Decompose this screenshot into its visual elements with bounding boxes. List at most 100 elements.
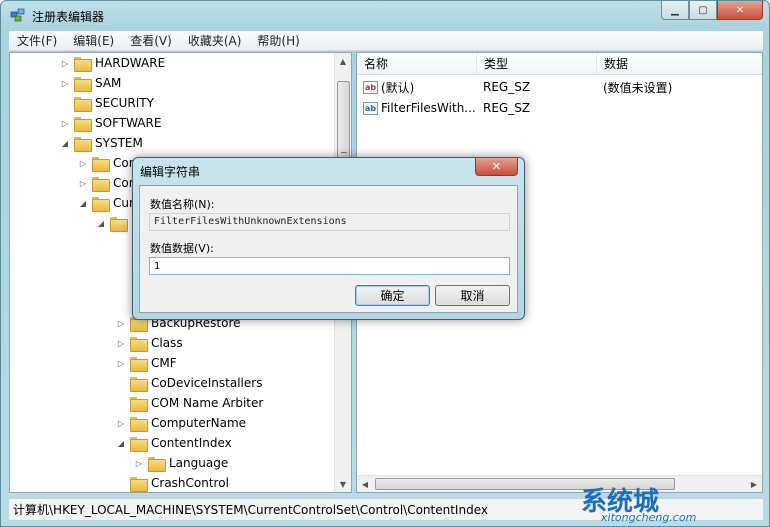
watermark-site: xitongcheng.com	[601, 511, 697, 524]
caption-buttons: ▁ ▢ ✕	[661, 1, 763, 21]
value-name-label: 数值名称(N):	[150, 198, 215, 211]
value-data-label: 数值数据(V):	[150, 242, 214, 255]
tree-item-label: ComputerName	[151, 416, 247, 430]
value-name-field: FilterFilesWithUnknownExtensions	[149, 213, 510, 231]
value-name-cell: ab (默认)	[357, 79, 477, 96]
edit-string-dialog: 编辑字符串 ✕ 数值名称(N): FilterFilesWithUnknownE…	[132, 157, 525, 320]
close-button[interactable]: ✕	[717, 1, 763, 20]
ok-button[interactable]: 确定	[355, 285, 430, 306]
menu-favorites[interactable]: 收藏夹(A)	[180, 32, 250, 49]
expand-arrow-icon	[60, 98, 70, 108]
menu-view[interactable]: 查看(V)	[122, 32, 180, 49]
folder-icon	[74, 116, 92, 132]
tree-item-computername[interactable]: ▷ ComputerName	[116, 413, 246, 433]
list-row-default[interactable]: ab (默认) REG_SZ (数值未设置)	[357, 77, 762, 97]
expand-arrow-icon[interactable]: ▷	[116, 338, 126, 348]
folder-icon	[74, 96, 92, 112]
tree-item-security[interactable]: SECURITY	[60, 93, 154, 113]
folder-icon	[110, 216, 128, 232]
expand-arrow-icon[interactable]: ▷	[60, 78, 70, 88]
expand-arrow-icon[interactable]: ▷	[60, 58, 70, 68]
cancel-button[interactable]: 取消	[435, 285, 510, 306]
tree-item-sam[interactable]: ▷ SAM	[60, 73, 121, 93]
string-value-icon: ab	[363, 101, 378, 115]
menu-edit[interactable]: 编辑(E)	[65, 32, 122, 49]
folder-icon	[148, 456, 166, 472]
folder-icon	[130, 356, 148, 372]
column-header-data[interactable]: 数据	[597, 53, 762, 75]
window-title: 注册表编辑器	[32, 10, 105, 24]
folder-icon	[130, 436, 148, 452]
collapse-arrow-icon[interactable]: ◢	[60, 138, 70, 148]
value-type: REG_SZ	[483, 80, 531, 94]
folder-icon	[92, 196, 110, 212]
tree-item-label: COM Name Arbiter	[151, 396, 264, 410]
tree-item-class[interactable]: ▷ Class	[116, 333, 183, 353]
collapse-arrow-icon[interactable]: ◢	[78, 198, 88, 208]
expand-arrow-icon[interactable]: ▷	[78, 178, 88, 188]
value-name-cell: ab FilterFilesWith...	[357, 101, 477, 115]
tree-item-language[interactable]: ▷ Language	[134, 453, 228, 473]
expand-arrow-icon[interactable]: ▷	[134, 458, 144, 468]
dialog-title: 编辑字符串	[140, 165, 201, 179]
tree-item-contentindex[interactable]: ◢ ContentIndex	[116, 433, 232, 453]
list-row-filterfiles[interactable]: ab FilterFilesWith... REG_SZ	[357, 98, 762, 118]
folder-icon	[130, 416, 148, 432]
expand-arrow-icon	[116, 378, 126, 388]
registry-editor-window: 注册表编辑器 ▁ ▢ ✕ 文件(F) 编辑(E) 查看(V) 收藏夹(A) 帮助…	[0, 0, 770, 527]
menu-bar: 文件(F) 编辑(E) 查看(V) 收藏夹(A) 帮助(H)	[9, 31, 763, 51]
minimize-button[interactable]: ▁	[661, 1, 689, 20]
column-header-name[interactable]: 名称	[357, 53, 477, 75]
menu-file[interactable]: 文件(F)	[9, 32, 65, 49]
expand-arrow-icon	[116, 478, 126, 488]
tree-item-currentcontrolset[interactable]: ◢ Cur	[78, 193, 134, 213]
folder-icon	[92, 156, 110, 172]
folder-icon	[130, 376, 148, 392]
tree-item-crashcontrol[interactable]: CrashControl	[116, 473, 229, 492]
collapse-arrow-icon[interactable]: ◢	[96, 218, 106, 228]
folder-icon	[74, 136, 92, 152]
tree-item-codeviceinstallers[interactable]: CoDeviceInstallers	[116, 373, 262, 393]
folder-icon	[74, 76, 92, 92]
tree-item-label: CoDeviceInstallers	[151, 376, 263, 390]
registry-editor-icon	[10, 8, 25, 22]
dialog-body: 数值名称(N): FilterFilesWithUnknownExtension…	[139, 185, 518, 313]
tree-item-control[interactable]: ◢	[96, 213, 131, 233]
tree-item-label: Cur	[113, 196, 134, 210]
tree-item-cmf[interactable]: ▷ CMF	[116, 353, 177, 373]
expand-arrow-icon[interactable]: ▷	[116, 318, 126, 328]
tree-item-label: SAM	[95, 76, 122, 90]
tree-item-software[interactable]: ▷ SOFTWARE	[60, 113, 161, 133]
value-data-input[interactable]	[149, 257, 510, 275]
tree-item-com-name-arbiter[interactable]: COM Name Arbiter	[116, 393, 263, 413]
expand-arrow-icon[interactable]: ▷	[116, 358, 126, 368]
tree-item-label: SOFTWARE	[95, 116, 162, 130]
site-watermark: 系统城 xitongcheng.com	[581, 481, 761, 526]
folder-icon	[130, 476, 148, 492]
column-header-type[interactable]: 类型	[477, 53, 597, 75]
scroll-up-arrow-icon[interactable]: ▲	[335, 53, 351, 69]
tree-item-label: Language	[169, 456, 229, 470]
maximize-button[interactable]: ▢	[689, 1, 717, 20]
title-bar[interactable]: 注册表编辑器 ▁ ▢ ✕	[1, 1, 769, 31]
tree-item-system[interactable]: ◢ SYSTEM	[60, 133, 143, 153]
tree-item-controlset002[interactable]: ▷ Cor	[78, 173, 134, 193]
scroll-left-arrow-icon[interactable]: ◀	[357, 476, 373, 492]
folder-icon	[130, 336, 148, 352]
expand-arrow-icon	[116, 398, 126, 408]
list-header: 名称 类型 数据	[357, 53, 762, 75]
value-name: (默认)	[381, 80, 415, 95]
expand-arrow-icon[interactable]: ▷	[78, 158, 88, 168]
tree-item-label: Class	[151, 336, 183, 350]
dialog-close-button[interactable]: ✕	[475, 158, 518, 176]
menu-help[interactable]: 帮助(H)	[249, 32, 307, 49]
tree-item-controlset001[interactable]: ▷ Con	[78, 153, 136, 173]
folder-icon	[74, 56, 92, 72]
tree-item-label: ContentIndex	[151, 436, 232, 450]
tree-item-hardware[interactable]: ▷ HARDWARE	[60, 53, 165, 73]
expand-arrow-icon[interactable]: ▷	[116, 418, 126, 428]
scroll-down-arrow-icon[interactable]: ▼	[335, 476, 351, 492]
expand-arrow-icon[interactable]: ▷	[60, 118, 70, 128]
collapse-arrow-icon[interactable]: ◢	[116, 438, 126, 448]
value-data: (数值未设置)	[603, 80, 673, 95]
